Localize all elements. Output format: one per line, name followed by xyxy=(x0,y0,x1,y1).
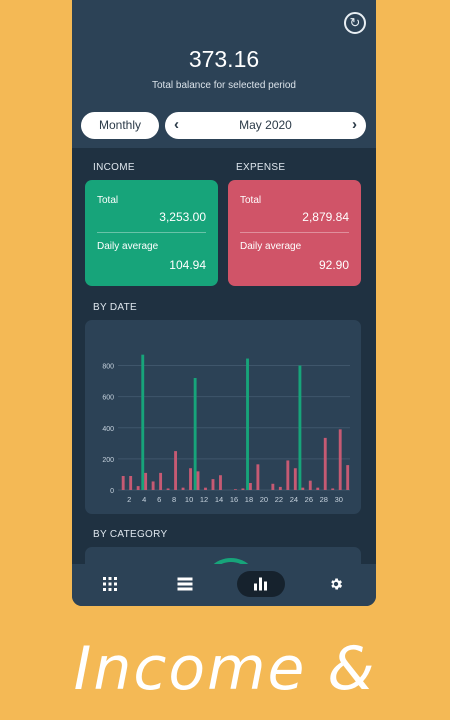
chart-bar xyxy=(286,460,290,490)
chart-bar xyxy=(338,429,342,490)
chart-bar xyxy=(166,488,170,490)
chart-bar xyxy=(248,483,252,490)
expense-average-value: 92.90 xyxy=(318,258,349,272)
chevron-left-icon[interactable]: ‹ xyxy=(174,112,179,138)
divider xyxy=(97,232,206,233)
chevron-right-icon[interactable]: › xyxy=(352,112,357,138)
y-tick-label: 400 xyxy=(102,426,114,433)
chart-bar xyxy=(346,465,350,490)
total-balance: 373.16 xyxy=(188,46,260,72)
chart-bar xyxy=(181,487,185,490)
divider xyxy=(240,232,349,233)
grid-icon xyxy=(103,577,117,591)
list-icon xyxy=(177,577,193,591)
chart-bar xyxy=(174,451,178,490)
x-tick-label: 22 xyxy=(275,495,283,504)
chart-bar xyxy=(271,483,275,490)
chart-bar xyxy=(331,488,335,490)
income-average-value: 104.94 xyxy=(169,258,206,272)
y-tick-label: 0 xyxy=(110,488,114,495)
chart-bar xyxy=(136,486,140,490)
chart-bar xyxy=(308,480,312,490)
chart-bar xyxy=(144,472,148,490)
promo-headline: Income & xyxy=(73,634,377,704)
chart-bar xyxy=(121,476,125,490)
by-date-chart-svg: 02004006008002 4 6 8 10 12 14 16 18 20 22 24 26 28 30 xyxy=(102,354,350,504)
income-average-label: Daily average xyxy=(97,241,159,252)
x-tick-label: 18 xyxy=(245,495,253,504)
income-section-title: INCOME xyxy=(93,162,135,173)
bar-chart-icon xyxy=(254,577,267,591)
chart-bar xyxy=(256,464,260,490)
x-tick-label: 28 xyxy=(320,495,328,504)
x-tick-label: 26 xyxy=(305,495,313,504)
chart-bar xyxy=(196,471,200,490)
chart-bar xyxy=(323,437,327,490)
chart-bar xyxy=(141,354,145,490)
sync-icon[interactable]: ↻ xyxy=(344,12,366,34)
expense-total-label: Total xyxy=(240,195,262,206)
x-tick-label: 20 xyxy=(260,495,268,504)
period-selector: May 2020 ‹ › xyxy=(165,112,366,139)
x-tick-label: 30 xyxy=(335,495,343,504)
nav-dashboard[interactable] xyxy=(86,571,134,597)
main-content: INCOME EXPENSE Total 3,253.00 Daily aver… xyxy=(72,148,376,577)
nav-settings[interactable] xyxy=(312,571,360,597)
chart-bar xyxy=(193,378,197,490)
chart-bar xyxy=(234,489,237,490)
x-tick-label: 8 xyxy=(172,495,176,504)
chart-bar xyxy=(246,358,249,490)
period-mode-button[interactable]: Monthly xyxy=(81,112,159,139)
x-tick-label: 10 xyxy=(185,495,193,504)
x-tick-label: 12 xyxy=(200,495,208,504)
chart-bar xyxy=(219,475,222,490)
chart-bar xyxy=(189,468,192,490)
period-label: May 2020 xyxy=(239,118,292,132)
by-date-chart: 0 200 400 600 800 2 4 6 8 10 12 14 16 18 20 22 24 26 28 30 xyxy=(85,320,361,514)
y-tick-label: 800 xyxy=(102,364,114,371)
bottom-nav xyxy=(72,564,376,606)
chart-bar xyxy=(301,487,305,490)
nav-statistics[interactable] xyxy=(237,571,285,597)
chart-bar xyxy=(159,472,163,490)
chart-bar xyxy=(316,487,320,490)
x-tick-label: 2 xyxy=(127,495,131,504)
chart-bar xyxy=(211,479,215,490)
x-tick-label: 24 xyxy=(290,495,298,504)
expense-section-title: EXPENSE xyxy=(236,162,286,173)
chart-bar xyxy=(293,468,297,490)
header: ↻ 373.16 Total balance for selected peri… xyxy=(72,0,376,148)
expense-card[interactable]: Total 2,879.84 Daily average 92.90 xyxy=(228,180,361,286)
chart-bar xyxy=(278,486,282,490)
y-tick-label: 600 xyxy=(102,395,114,402)
by-category-section-title: BY CATEGORY xyxy=(93,529,168,540)
total-balance-label: Total balance for selected period xyxy=(152,80,296,91)
x-tick-label: 6 xyxy=(157,495,161,504)
chart-bar xyxy=(129,476,133,490)
expense-average-label: Daily average xyxy=(240,241,302,252)
chart-bar xyxy=(204,487,207,490)
income-card[interactable]: Total 3,253.00 Daily average 104.94 xyxy=(85,180,218,286)
chart-bar xyxy=(298,365,302,490)
chart-bar xyxy=(241,488,245,490)
nav-transactions[interactable] xyxy=(161,571,209,597)
income-total-label: Total xyxy=(97,195,119,206)
x-tick-label: 4 xyxy=(142,495,146,504)
income-total-value: 3,253.00 xyxy=(159,210,206,224)
by-date-section-title: BY DATE xyxy=(93,302,137,313)
expense-total-value: 2,879.84 xyxy=(302,210,349,224)
app-screen: ↻ 373.16 Total balance for selected peri… xyxy=(72,0,376,606)
x-tick-label: 14 xyxy=(215,495,223,504)
chart-bar xyxy=(151,481,155,490)
gear-icon xyxy=(331,578,343,590)
y-tick-label: 200 xyxy=(102,457,114,464)
x-tick-label: 16 xyxy=(230,495,238,504)
